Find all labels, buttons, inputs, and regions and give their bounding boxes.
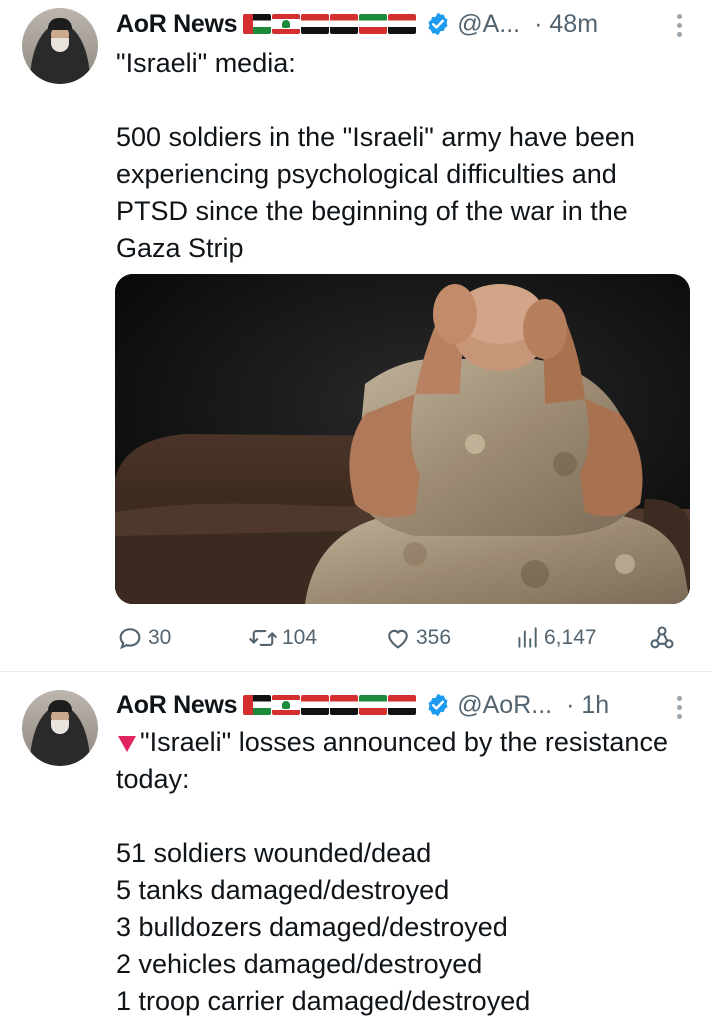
yemen-flag-icon <box>388 695 417 715</box>
like-button[interactable]: 356 <box>384 620 451 656</box>
syria-flag-icon <box>301 695 330 715</box>
reply-count: 30 <box>148 626 172 649</box>
lebanon-flag-icon <box>272 14 301 34</box>
tweet-time[interactable]: · 1h <box>566 691 609 720</box>
share-icon <box>650 626 674 649</box>
more-options-icon[interactable] <box>676 14 682 37</box>
more-options-icon[interactable] <box>676 696 682 719</box>
tweet-header: AoR News @A... · 48m <box>116 6 598 42</box>
tweet-text-line: 1 troop carrier damaged/destroyed <box>116 986 531 1016</box>
heart-icon <box>388 629 408 649</box>
iran-flag-icon <box>359 695 388 715</box>
author-handle[interactable]: @AoR... <box>457 691 552 720</box>
tweet-text-line: "Israeli" media: <box>116 48 296 78</box>
tweet[interactable]: AoR News @AoR... · 1h "Israeli" losses a… <box>0 672 712 1024</box>
lebanon-flag-icon <box>272 695 301 715</box>
tweet-text-line: 2 vehicles damaged/destroyed <box>116 949 483 979</box>
avatar[interactable] <box>22 8 98 84</box>
verified-badge-icon <box>428 693 448 717</box>
reply-button[interactable]: 30 <box>116 620 171 656</box>
tweet-text-line: 3 bulldozers damaged/destroyed <box>116 912 508 942</box>
tweet-actions: 30 104 356 6,147 <box>116 620 686 656</box>
retweet-icon <box>249 630 277 646</box>
tweet-text: "Israeli" losses announced by the resist… <box>116 724 686 1020</box>
views-chart-icon <box>518 627 537 648</box>
avatar-beard <box>51 720 69 734</box>
flag-emojis <box>243 695 417 715</box>
avatar[interactable] <box>22 690 98 766</box>
image-soldier-head-in-hands <box>115 274 690 604</box>
reply-icon <box>119 628 141 650</box>
tweet-image[interactable] <box>115 274 690 604</box>
avatar-hat <box>48 18 72 30</box>
red-triangle-icon <box>118 736 136 752</box>
iran-flag-icon <box>359 14 388 34</box>
share-button[interactable] <box>648 620 680 656</box>
tweet-header: AoR News @AoR... · 1h <box>116 687 609 723</box>
tweet-text-line: 51 soldiers wounded/dead <box>116 838 432 868</box>
tweet-text: "Israeli" media: 500 soldiers in the "Is… <box>116 45 686 267</box>
views-count: 6,147 <box>544 626 597 649</box>
retweet-button[interactable]: 104 <box>248 620 317 656</box>
like-count: 356 <box>416 626 452 649</box>
author-handle[interactable]: @A... <box>457 10 520 39</box>
avatar-beard <box>51 38 69 52</box>
iraq-flag-icon <box>330 695 359 715</box>
verified-badge-icon <box>428 12 448 36</box>
views-button[interactable]: 6,147 <box>514 620 597 656</box>
tweet[interactable]: AoR News @A... · 48m "Israeli" media: 50… <box>0 0 712 672</box>
tweet-text-line: 5 tanks damaged/destroyed <box>116 875 450 905</box>
yemen-flag-icon <box>388 14 417 34</box>
avatar-hat <box>48 700 72 712</box>
flag-emojis <box>243 14 417 34</box>
author-name[interactable]: AoR News <box>116 691 238 720</box>
tweet-text-line: 500 soldiers in the "Israeli" army have … <box>116 122 635 263</box>
author-name[interactable]: AoR News <box>116 10 238 39</box>
tweet-text-line: "Israeli" losses announced by the resist… <box>116 727 668 794</box>
iraq-flag-icon <box>330 14 359 34</box>
syria-flag-icon <box>301 14 330 34</box>
tweet-time[interactable]: · 48m <box>534 10 598 39</box>
retweet-count: 104 <box>282 626 318 649</box>
palestine-flag-icon <box>243 14 272 34</box>
palestine-flag-icon <box>243 695 272 715</box>
